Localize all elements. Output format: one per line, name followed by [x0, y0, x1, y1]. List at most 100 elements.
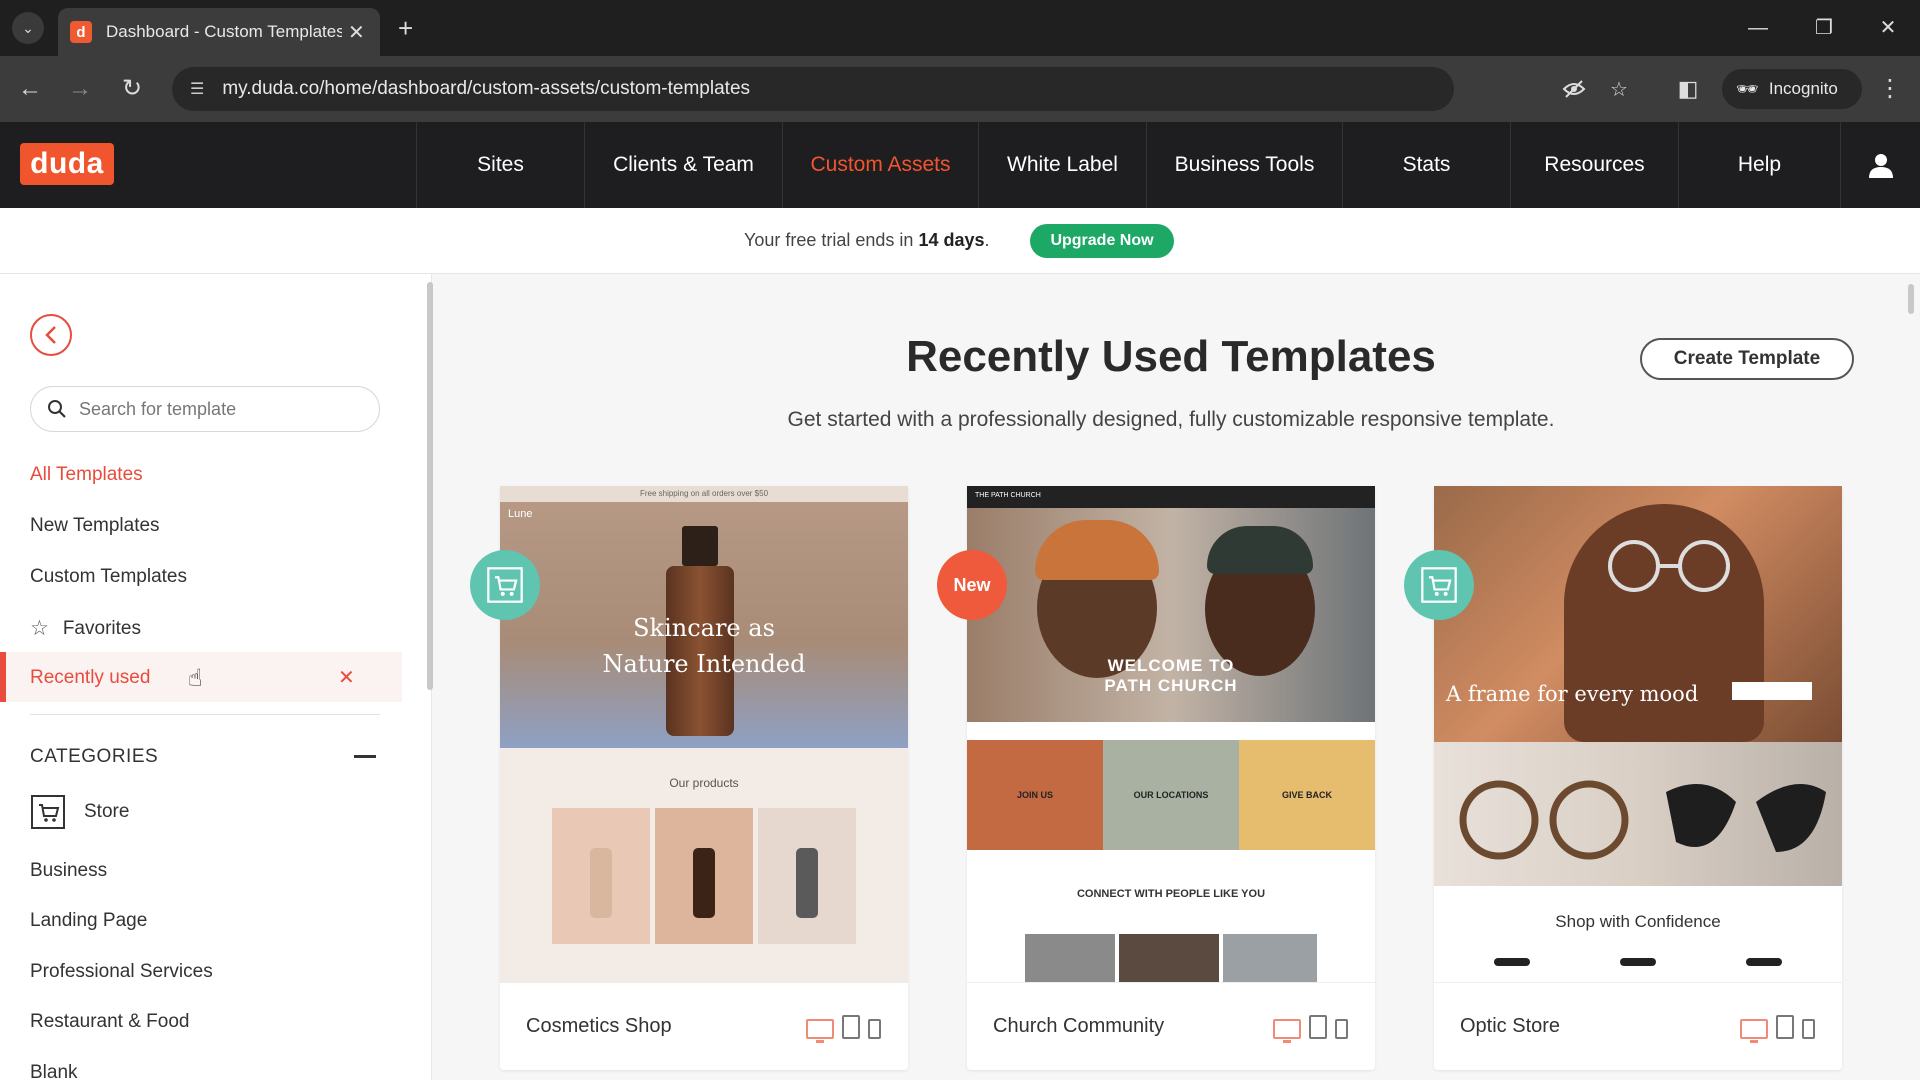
template-preview[interactable]: Free shipping on all orders over $50 Lun… [500, 486, 908, 982]
template-preview[interactable]: A frame for every mood Shop with Confide… [1434, 486, 1842, 982]
sidebar-item-custom-templates[interactable]: Custom Templates [30, 566, 187, 588]
preview-section-title: Shop with Confidence [1555, 912, 1721, 931]
minimize-icon[interactable]: — [1738, 12, 1778, 44]
nav-clients-team[interactable]: Clients & Team [584, 122, 782, 208]
sidebar-item-recently-used[interactable]: Recently used [30, 667, 150, 689]
nav-white-label[interactable]: White Label [978, 122, 1146, 208]
upgrade-now-button[interactable]: Upgrade Now [1030, 224, 1174, 258]
category-landing-page[interactable]: Landing Page [30, 910, 147, 932]
product-thumb [655, 808, 753, 944]
preview-hero: A frame for every mood [1434, 486, 1842, 742]
nav-sites[interactable]: Sites [416, 122, 584, 208]
category-professional-services[interactable]: Professional Services [30, 961, 213, 983]
headline-line-2: PATH CHURCH [1104, 676, 1238, 695]
sidebar-item-favorites[interactable]: ☆ Favorites [30, 616, 141, 641]
chevron-left-icon [45, 326, 56, 344]
tablet-icon[interactable] [1309, 1014, 1327, 1039]
active-item-indicator [0, 652, 6, 702]
preview-hero: THE PATH CHURCH WELCOME TO PATH CHURCH [967, 486, 1375, 722]
headline-line-2: Nature Intended [602, 650, 806, 678]
sidebar-divider [30, 714, 380, 715]
duda-logo[interactable]: duda [20, 143, 114, 185]
user-account-icon[interactable] [1840, 122, 1920, 208]
desktop-icon[interactable] [1740, 1018, 1768, 1043]
back-arrow-icon[interactable]: ← [14, 73, 46, 105]
incognito-indicator[interactable]: 🕶 Incognito [1722, 69, 1862, 109]
nav-resources[interactable]: Resources [1510, 122, 1678, 208]
nav-help[interactable]: Help [1678, 122, 1840, 208]
card-footer: Optic Store [1434, 982, 1842, 1070]
side-panel-icon[interactable]: ◧ [1672, 73, 1704, 105]
tab-close-icon[interactable]: ✕ [348, 20, 365, 45]
main-nav: Sites Clients & Team Custom Assets White… [416, 122, 1840, 208]
browser-menu-icon[interactable]: ⋮ [1876, 73, 1904, 105]
preview-headline: WELCOME TO PATH CHURCH [967, 656, 1375, 696]
device-icons [1740, 1014, 1815, 1043]
product-thumb [552, 808, 650, 944]
create-template-button[interactable]: Create Template [1640, 338, 1854, 380]
url-text: my.duda.co/home/dashboard/custom-assets/… [222, 78, 751, 99]
url-field[interactable]: ☰ my.duda.co/home/dashboard/custom-asset… [172, 67, 1628, 111]
bookmark-star-icon[interactable]: ☆ [1610, 67, 1628, 111]
category-store[interactable]: Store [30, 794, 129, 830]
template-card-optic-store[interactable]: A frame for every mood Shop with Confide… [1404, 486, 1842, 1070]
new-tab-button[interactable]: + [398, 12, 413, 44]
template-search[interactable] [30, 386, 380, 432]
tab-search-button[interactable]: ⌄ [12, 12, 44, 44]
category-restaurant-food[interactable]: Restaurant & Food [30, 1011, 189, 1033]
trial-days: 14 days [918, 230, 985, 250]
preview-promo-strip: Free shipping on all orders over $50 [500, 486, 908, 502]
preview-glasses-photos [1434, 742, 1842, 886]
restore-icon[interactable]: ❐ [1804, 12, 1844, 44]
collapse-minus-icon[interactable] [354, 755, 376, 758]
clear-filter-close-icon[interactable]: ✕ [338, 665, 355, 690]
sidebar-item-all-templates[interactable]: All Templates [30, 464, 143, 486]
mobile-icon[interactable] [1335, 1018, 1348, 1039]
preview-headline: A frame for every mood [1446, 682, 1699, 706]
mobile-icon[interactable] [868, 1018, 881, 1039]
browser-tab[interactable]: d Dashboard - Custom Templates ✕ [58, 8, 380, 56]
preview-section-title: Our products [669, 776, 739, 790]
store-cart-icon [31, 795, 65, 829]
desktop-icon[interactable] [806, 1018, 834, 1043]
sidebar-scrollbar[interactable] [427, 282, 433, 690]
template-card-church-community[interactable]: New THE PATH CHURCH WELCOME TO PATH CHUR… [937, 486, 1375, 1070]
page-subtitle: Get started with a professionally design… [787, 408, 1555, 431]
nav-custom-assets[interactable]: Custom Assets [782, 122, 978, 208]
site-settings-icon[interactable]: ☰ [190, 79, 204, 99]
category-label: Store [84, 801, 130, 822]
glasses-illustration [1666, 784, 1826, 852]
back-button[interactable] [30, 314, 72, 356]
reload-icon[interactable]: ↻ [116, 73, 148, 105]
forward-arrow-icon[interactable]: → [64, 73, 96, 105]
headline-line-1: WELCOME TO [1107, 656, 1235, 675]
template-name: Cosmetics Shop [526, 1015, 672, 1037]
template-card-cosmetics-shop[interactable]: Free shipping on all orders over $50 Lun… [470, 486, 908, 1070]
trial-suffix: . [984, 230, 990, 250]
preview-photo [1223, 934, 1317, 982]
mobile-icon[interactable] [1802, 1018, 1815, 1039]
category-business[interactable]: Business [30, 860, 107, 882]
trial-banner: Your free trial ends in 14 days. Upgrade… [0, 208, 1920, 274]
category-blank[interactable]: Blank [30, 1062, 78, 1080]
new-badge: New [937, 550, 1007, 620]
template-preview[interactable]: THE PATH CHURCH WELCOME TO PATH CHURCH J… [967, 486, 1375, 982]
desktop-icon[interactable] [1273, 1018, 1301, 1043]
store-badge [470, 550, 540, 620]
sidebar-item-new-templates[interactable]: New Templates [30, 515, 160, 537]
store-badge [1404, 550, 1474, 620]
duda-favicon-icon: d [70, 21, 92, 43]
search-input[interactable] [79, 398, 359, 420]
store-cart-icon [487, 567, 523, 603]
nav-stats[interactable]: Stats [1342, 122, 1510, 208]
mini-glasses [1620, 958, 1656, 966]
eye-off-icon[interactable] [1562, 67, 1586, 111]
window-close-icon[interactable]: ✕ [1868, 12, 1908, 44]
template-sidebar: All Templates New Templates Custom Templ… [0, 274, 433, 1080]
nav-business-tools[interactable]: Business Tools [1146, 122, 1342, 208]
tablet-icon[interactable] [842, 1014, 860, 1039]
main-scrollbar[interactable] [1908, 284, 1914, 314]
tablet-icon[interactable] [1776, 1014, 1794, 1039]
preview-nav: THE PATH CHURCH [967, 486, 1375, 508]
trial-prefix: Your free trial ends in [744, 230, 919, 250]
